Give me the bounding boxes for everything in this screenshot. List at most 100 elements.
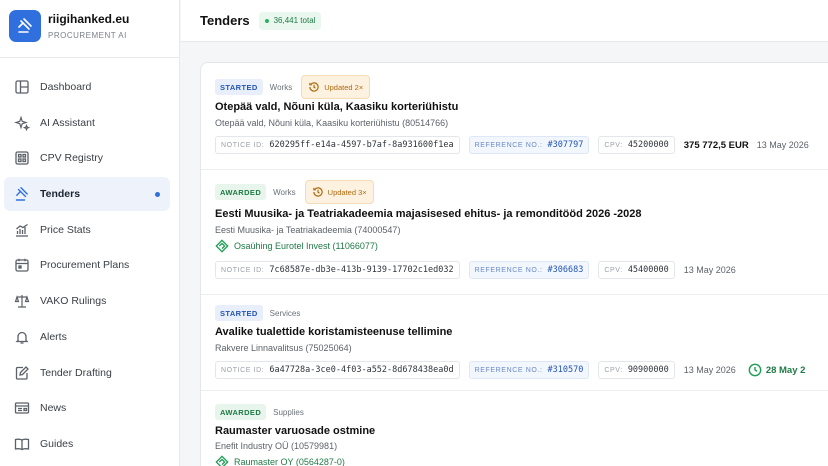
reference-label: REFERENCE NO.: xyxy=(474,141,543,149)
tender-amount: 375 772,5 EUR xyxy=(683,139,749,151)
sidebar-item-label: Alerts xyxy=(40,330,67,343)
reference-chip[interactable]: REFERENCE NO.: #306683 xyxy=(468,261,590,279)
notice-id-chip[interactable]: NOTICE ID: 6a47728a-3ce0-4f03-a552-8d678… xyxy=(215,361,460,379)
sidebar-item-label: VAKO Rulings xyxy=(40,295,107,308)
tender-winner[interactable]: Raumaster OY (0564287-0) xyxy=(215,455,345,466)
tender-tags: STARTED Works Updated 2× xyxy=(215,75,371,99)
sidebar-item-guides[interactable]: Guides xyxy=(4,427,170,461)
sidebar-item-label: Price Stats xyxy=(40,223,91,236)
notice-id-chip[interactable]: NOTICE ID: 7c68587e-db3e-413b-9139-17702… xyxy=(215,261,460,279)
cpv-value: 90900000 xyxy=(627,365,669,375)
procurement-type: Works xyxy=(273,187,296,197)
cpv-label: CPV: xyxy=(604,266,623,274)
grid-icon xyxy=(13,149,31,167)
reference-label: REFERENCE NO.: xyxy=(474,266,543,274)
tender-title[interactable]: Raumaster varuosade ostmine xyxy=(215,425,375,437)
status-badge: STARTED xyxy=(215,305,263,321)
tender-tags: AWARDED Works Updated 3× xyxy=(215,180,374,204)
reference-chip[interactable]: REFERENCE NO.: #310570 xyxy=(468,361,590,379)
tender-buyer: Eesti Muusika- ja Teatriakadeemia (74000… xyxy=(215,225,401,235)
notice-id-value: 620295ff-e14a-4597-b7af-8a931600f1ea xyxy=(269,140,454,150)
gavel-logo-icon xyxy=(9,10,41,42)
tender-row[interactable]: STARTED Services Avalike tualettide kori… xyxy=(201,295,828,390)
cpv-chip[interactable]: CPV: 90900000 xyxy=(598,361,675,379)
newspaper-icon xyxy=(13,399,31,417)
tender-tags: AWARDED Supplies xyxy=(215,404,304,420)
tender-buyer: Otepää vald, Nõuni küla, Kaasiku korteri… xyxy=(215,118,449,128)
sidebar-divider xyxy=(0,57,180,58)
sidebar-item-vako-rulings[interactable]: VAKO Rulings xyxy=(4,284,170,318)
sidebar-item-label: CPV Registry xyxy=(40,152,104,165)
tender-deadline: 28 May 2 xyxy=(748,363,805,377)
reference-chip[interactable]: REFERENCE NO.: #307797 xyxy=(468,136,590,154)
status-dot-icon xyxy=(264,18,269,23)
tender-row[interactable]: AWARDED Works Updated 3× Eesti Muusika- … xyxy=(201,170,828,294)
history-icon xyxy=(312,187,323,197)
reference-value: #307797 xyxy=(547,140,584,150)
handshake-icon xyxy=(215,455,229,466)
notice-id-label: NOTICE ID: xyxy=(221,141,265,149)
tender-meta: NOTICE ID: 620295ff-e14a-4597-b7af-8a931… xyxy=(215,136,821,154)
calendar-icon xyxy=(13,256,31,274)
updated-label: Updated 3× xyxy=(327,187,367,197)
tender-title[interactable]: Avalike tualettide koristamisteenuse tel… xyxy=(215,326,452,338)
cpv-value: 45200000 xyxy=(627,140,669,150)
tender-title[interactable]: Eesti Muusika- ja Teatriakadeemia majasi… xyxy=(215,208,642,220)
sidebar-item-ai-assistant[interactable]: AI Assistant xyxy=(4,106,170,140)
sidebar-item-label: Procurement Plans xyxy=(40,259,130,272)
sidebar-nav: Dashboard AI Assistant CPV Registry Tend… xyxy=(4,70,170,463)
cpv-chip[interactable]: CPV: 45200000 xyxy=(598,136,675,154)
procurement-type: Works xyxy=(269,82,293,92)
notice-id-label: NOTICE ID: xyxy=(221,266,265,274)
cpv-label: CPV: xyxy=(604,366,623,374)
reference-label: REFERENCE NO.: xyxy=(474,366,543,374)
procurement-type: Services xyxy=(269,308,301,318)
total-count-label: 36,441 total xyxy=(273,16,316,25)
sidebar-item-dashboard[interactable]: Dashboard xyxy=(4,70,170,104)
edit-icon xyxy=(13,364,31,382)
handshake-icon xyxy=(215,239,229,253)
tender-winner[interactable]: Osaühing Eurotel Invest (11066077) xyxy=(215,239,378,253)
tender-tags: STARTED Services xyxy=(215,305,300,321)
tender-date: 13 May 2026 xyxy=(756,140,809,150)
cpv-value: 45400000 xyxy=(627,265,669,275)
sidebar-item-tenders[interactable]: Tenders xyxy=(4,177,170,212)
sidebar-item-label: Tenders xyxy=(40,188,81,201)
sidebar-item-price-stats[interactable]: Price Stats xyxy=(4,213,170,247)
sidebar-item-procurement-plans[interactable]: Procurement Plans xyxy=(4,248,170,282)
sidebar-item-tender-drafting[interactable]: Tender Drafting xyxy=(4,356,170,390)
reference-value: #310570 xyxy=(547,365,584,375)
cpv-chip[interactable]: CPV: 45400000 xyxy=(598,261,675,279)
status-badge: AWARDED xyxy=(215,184,267,200)
sidebar-item-cpv-registry[interactable]: CPV Registry xyxy=(4,141,170,175)
page-header: Tenders 36,441 total xyxy=(181,0,828,42)
sparkles-icon xyxy=(13,114,31,132)
notice-id-value: 6a47728a-3ce0-4f03-a552-8d678438ea0d xyxy=(269,365,454,375)
status-badge: STARTED xyxy=(215,79,263,95)
winner-label: Raumaster OY (0564287-0) xyxy=(234,457,345,466)
sidebar-item-news[interactable]: News xyxy=(4,391,170,425)
notice-id-label: NOTICE ID: xyxy=(221,366,265,374)
book-icon xyxy=(13,435,31,453)
tender-meta: NOTICE ID: 7c68587e-db3e-413b-9139-17702… xyxy=(215,261,748,279)
tender-buyer: Enefit Industry OÜ (10579981) xyxy=(215,441,338,451)
tender-row[interactable]: STARTED Works Updated 2× Otepää vald, Nõ… xyxy=(201,63,828,168)
sidebar-item-label: News xyxy=(40,402,67,415)
notice-id-chip[interactable]: NOTICE ID: 620295ff-e14a-4597-b7af-8a931… xyxy=(215,136,460,154)
sidebar: riigihanked.eu PROCUREMENT AI Dashboard … xyxy=(0,0,180,466)
brand[interactable]: riigihanked.eu PROCUREMENT AI xyxy=(9,10,129,42)
scale-icon xyxy=(13,292,31,310)
winner-label: Osaühing Eurotel Invest (11066077) xyxy=(234,241,378,251)
bell-icon xyxy=(13,328,31,346)
clock-icon xyxy=(748,363,762,377)
tender-title[interactable]: Otepää vald, Nõuni küla, Kaasiku korteri… xyxy=(215,101,458,113)
sidebar-item-label: Guides xyxy=(40,437,74,450)
tender-date: 13 May 2026 xyxy=(683,265,736,275)
page-title: Tenders xyxy=(200,13,250,28)
tender-meta: NOTICE ID: 6a47728a-3ce0-4f03-a552-8d678… xyxy=(215,361,805,379)
tender-date: 13 May 2026 xyxy=(683,365,736,375)
sidebar-item-alerts[interactable]: Alerts xyxy=(4,320,170,354)
total-count-badge: 36,441 total xyxy=(258,11,322,30)
updated-badge: Updated 3× xyxy=(304,180,374,204)
tender-row[interactable]: AWARDED Supplies Raumaster varuosade ost… xyxy=(201,391,828,466)
